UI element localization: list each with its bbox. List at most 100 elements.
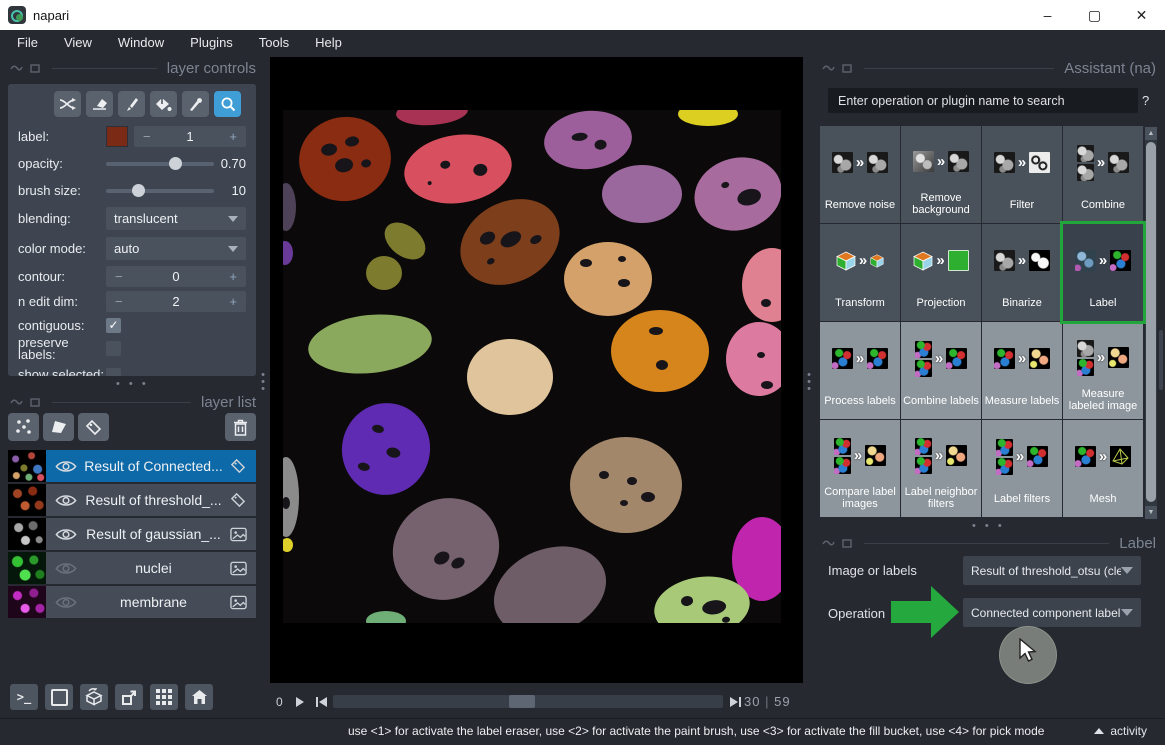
help-button[interactable]: ? (1142, 93, 1149, 108)
layer-bar[interactable]: nuclei (46, 552, 256, 584)
eye-visible-icon[interactable] (55, 493, 77, 508)
operation-mesh[interactable]: »Mesh (1063, 420, 1143, 517)
plus-icon[interactable]: + (220, 269, 246, 284)
layer-row-result-of-gaussian-[interactable]: Result of gaussian_... (8, 518, 256, 550)
image-or-labels-dropdown[interactable]: Result of threshold_otsu (clesp (963, 556, 1141, 585)
new-points-layer-button[interactable] (8, 413, 39, 441)
label-color-swatch[interactable] (106, 126, 128, 147)
brush-size-slider[interactable] (106, 180, 214, 201)
operation-combine-labels[interactable]: »Combine labels (901, 322, 981, 419)
dock-hide-icon[interactable] (10, 397, 23, 408)
opacity-slider[interactable] (106, 153, 214, 174)
dock-float-icon[interactable] (29, 397, 42, 408)
shuffle-colors-button[interactable] (54, 91, 81, 117)
scroll-up-button[interactable]: ▲ (1145, 127, 1157, 140)
dock-float-icon[interactable] (841, 538, 854, 549)
blending-dropdown[interactable]: translucent (106, 207, 246, 230)
maximize-button[interactable]: ▢ (1071, 0, 1118, 30)
layer-visibility-toggle[interactable] (55, 527, 77, 542)
layer-visibility-toggle[interactable] (55, 595, 77, 610)
frame-slider-handle[interactable] (509, 695, 535, 708)
layer-row-membrane[interactable]: membrane (8, 586, 256, 618)
minus-icon[interactable]: − (106, 269, 132, 284)
paint-brush-button[interactable] (118, 91, 145, 117)
ndisplay-toggle-button[interactable] (45, 684, 73, 710)
layer-bar[interactable]: membrane (46, 586, 256, 618)
operations-scrollbar[interactable]: ▲ ▼ (1145, 127, 1157, 519)
frame-slider[interactable] (333, 695, 723, 708)
layer-bar[interactable]: Result of threshold_... (46, 484, 256, 516)
dock-hide-icon[interactable] (822, 63, 835, 74)
eye-visible-icon[interactable] (55, 459, 77, 474)
layer-row-result-of-connected-[interactable]: Result of Connected... (8, 450, 256, 482)
eye-visible-icon[interactable] (55, 527, 77, 542)
operation-remove-background[interactable]: »Remove background (901, 126, 981, 223)
operation-measure-labeled-image[interactable]: »Measure labeled image (1063, 322, 1143, 419)
n-edit-dim-spinbox[interactable]: − 2 + (106, 291, 246, 312)
dock-float-icon[interactable] (841, 63, 854, 74)
color-picker-button[interactable] (182, 91, 209, 117)
splitter-handle[interactable]: • • • (806, 372, 812, 393)
scroll-down-button[interactable]: ▼ (1145, 506, 1157, 519)
operation-filter[interactable]: »Filter (982, 126, 1062, 223)
plus-icon[interactable]: + (220, 294, 246, 309)
console-button[interactable]: >_ (10, 684, 38, 710)
play-button[interactable] (292, 695, 308, 709)
menu-file[interactable]: File (4, 30, 51, 56)
layer-row-nuclei[interactable]: nuclei (8, 552, 256, 584)
layer-visibility-toggle[interactable] (55, 561, 77, 576)
skip-to-start-button[interactable] (313, 695, 329, 709)
operation-process-labels[interactable]: »Process labels (820, 322, 900, 419)
home-reset-view-button[interactable] (185, 684, 213, 710)
fill-bucket-button[interactable] (150, 91, 177, 117)
grid-view-button[interactable] (150, 684, 178, 710)
menu-plugins[interactable]: Plugins (177, 30, 246, 56)
contour-spinbox[interactable]: − 0 + (106, 266, 246, 287)
operation-compare-label-images[interactable]: »Compare label images (820, 420, 900, 517)
close-button[interactable]: ✕ (1118, 0, 1165, 30)
contiguous-checkbox[interactable]: ✓ (106, 318, 121, 333)
transpose-dimensions-button[interactable] (115, 684, 143, 710)
layer-visibility-toggle[interactable] (55, 459, 77, 474)
delete-layer-button[interactable] (225, 413, 256, 441)
preserve-labels-checkbox[interactable] (106, 341, 121, 356)
dock-float-icon[interactable] (29, 63, 42, 74)
layer-bar[interactable]: Result of gaussian_... (46, 518, 256, 550)
operation-transform[interactable]: »Transform (820, 224, 900, 321)
layer-visibility-toggle[interactable] (55, 493, 77, 508)
menu-help[interactable]: Help (302, 30, 355, 56)
operation-label-neighbor-filters[interactable]: »Label neighbor filters (901, 420, 981, 517)
splitter-handle[interactable]: • • • (972, 520, 1005, 532)
image-canvas[interactable] (270, 57, 803, 683)
operation-remove-noise[interactable]: »Remove noise (820, 126, 900, 223)
splitter-handle[interactable]: • • • (116, 378, 149, 390)
operation-measure-labels[interactable]: »Measure labels (982, 322, 1062, 419)
operation-label-filters[interactable]: »Label filters (982, 420, 1062, 517)
menu-window[interactable]: Window (105, 30, 177, 56)
splitter-handle[interactable]: • • • (260, 372, 266, 393)
operation-combine[interactable]: »Combine (1063, 126, 1143, 223)
eraser-button[interactable] (86, 91, 113, 117)
dock-hide-icon[interactable] (822, 538, 835, 549)
roll-dimensions-button[interactable] (80, 684, 108, 710)
new-shapes-layer-button[interactable] (43, 413, 74, 441)
scrollbar-thumb[interactable] (1146, 142, 1156, 502)
label-spinbox[interactable]: − 1 + (134, 126, 246, 147)
color-mode-dropdown[interactable]: auto (106, 237, 246, 260)
minus-icon[interactable]: − (134, 129, 160, 144)
layer-row-result-of-threshold-[interactable]: Result of threshold_... (8, 484, 256, 516)
menu-view[interactable]: View (51, 30, 105, 56)
operation-binarize[interactable]: »Binarize (982, 224, 1062, 321)
splitter-handle[interactable] (1159, 330, 1163, 390)
operation-projection[interactable]: »Projection (901, 224, 981, 321)
new-labels-layer-button[interactable] (78, 413, 109, 441)
minus-icon[interactable]: − (106, 294, 132, 309)
plus-icon[interactable]: + (220, 129, 246, 144)
activity-button[interactable]: activity (1094, 724, 1147, 738)
operation-label[interactable]: »Label (1063, 224, 1143, 321)
operation-search-input[interactable] (828, 88, 1138, 113)
operation-dropdown[interactable]: Connected component labeling (963, 598, 1141, 627)
skip-to-end-button[interactable] (727, 695, 743, 709)
layer-bar[interactable]: Result of Connected... (46, 450, 256, 482)
eye-hidden-icon[interactable] (55, 595, 77, 610)
